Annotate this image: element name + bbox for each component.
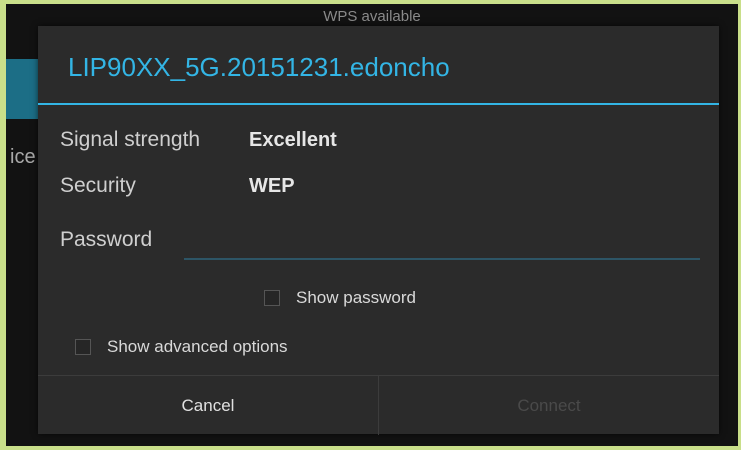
show-password-checkbox[interactable] — [264, 290, 280, 306]
advanced-options-checkbox[interactable] — [75, 339, 91, 355]
background-list-text: ice — [10, 146, 36, 168]
signal-strength-label: Signal strength — [60, 128, 201, 151]
wifi-connect-dialog: LIP90XX_5G.20151231.edoncho Signal stren… — [38, 26, 719, 435]
signal-strength-value: Excellent — [249, 129, 337, 151]
advanced-options-label: Show advanced options — [107, 337, 288, 356]
advanced-options-row[interactable]: Show advanced options — [75, 337, 288, 357]
show-password-row[interactable]: Show password — [264, 288, 416, 308]
dialog-button-bar: Cancel Connect — [38, 375, 719, 435]
security-label: Security — [60, 174, 136, 197]
password-label: Password — [60, 228, 153, 251]
security-value: WEP — [249, 175, 295, 197]
password-input[interactable] — [184, 232, 700, 260]
title-divider — [38, 103, 719, 105]
cancel-button[interactable]: Cancel — [38, 376, 379, 435]
connect-button[interactable]: Connect — [379, 376, 719, 435]
screen: WPS available ice LIP90XX_5G.20151231.ed… — [6, 4, 738, 446]
background-selected-item — [6, 59, 39, 119]
dialog-title: LIP90XX_5G.20151231.edoncho — [68, 52, 450, 82]
background-status-text: WPS available — [323, 8, 421, 25]
show-password-label: Show password — [296, 288, 417, 307]
